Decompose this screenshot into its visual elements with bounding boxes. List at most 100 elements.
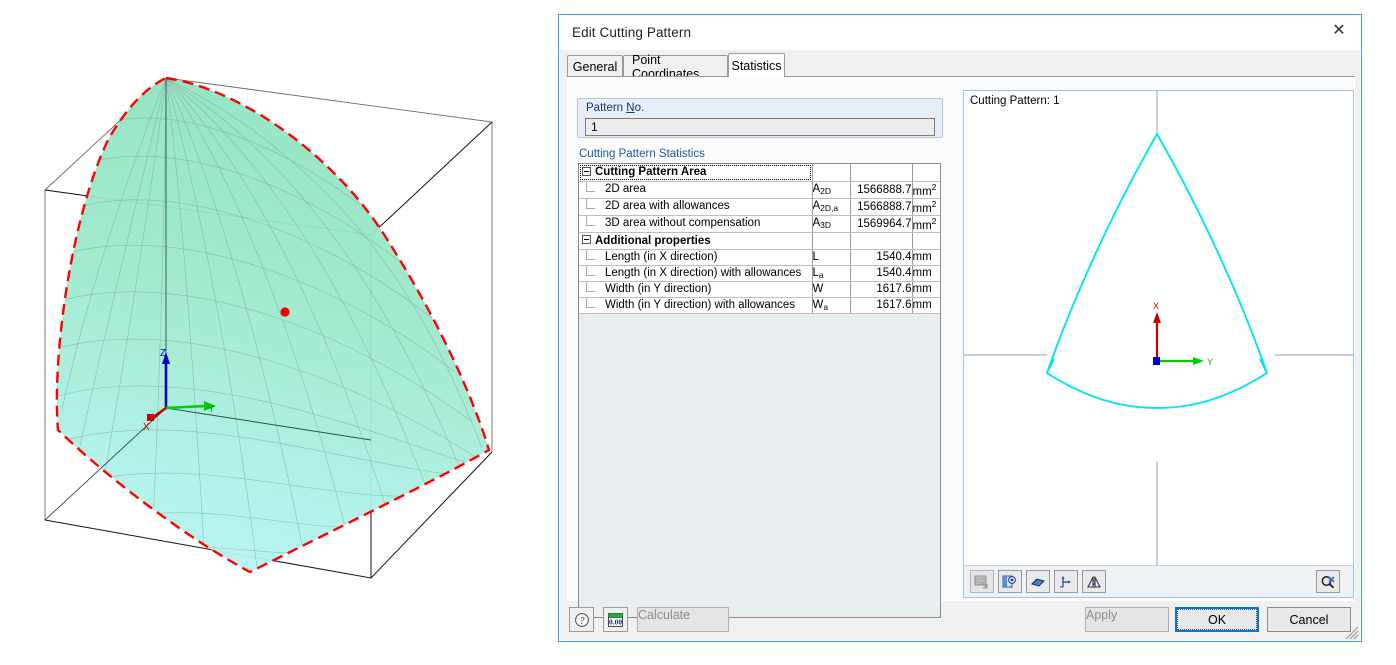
pattern-no-caption: Pattern No. (586, 102, 644, 114)
calculate-button[interactable]: Calculate (637, 607, 729, 632)
preview-label: Cutting Pattern: 1 (970, 95, 1060, 107)
table-row[interactable]: Length (in X direction) with allowances L… (579, 265, 940, 282)
dialog-title: Edit Cutting Pattern (572, 25, 692, 40)
close-icon[interactable]: ✕ (1317, 15, 1361, 46)
table-group-label: Cutting Pattern Area (579, 164, 813, 182)
pattern-no-caption-accel: N (626, 102, 635, 114)
row-value[interactable]: 1540.4 (850, 249, 913, 266)
zoom-all-icon[interactable] (1316, 570, 1340, 593)
row-description: Length (in X direction) with allowances (579, 265, 813, 282)
row-value[interactable]: 1566888.7 (850, 198, 913, 216)
row-description: 3D area without compensation (579, 215, 813, 233)
help-icon[interactable]: ? (569, 607, 594, 632)
row-value[interactable]: 1617.6 (850, 297, 913, 314)
svg-text:?: ? (579, 616, 584, 627)
axis-label-x: X (143, 422, 150, 433)
table-row[interactable]: Width (in Y direction) with allowances Wa… (579, 297, 940, 314)
row-symbol: La (812, 265, 851, 282)
render-mode-icon[interactable] (970, 570, 994, 593)
preview-svg: X Y (964, 91, 1353, 583)
view-settings-icon[interactable] (998, 570, 1022, 593)
preview-canvas[interactable]: X Y (964, 91, 1353, 583)
table-row[interactable]: 2D area A2D 1566888.7 mm2 (579, 181, 940, 199)
form-column: Pattern No. Cutting Pattern Statistics C… (577, 98, 945, 620)
row-unit: mm (912, 265, 940, 282)
tab-statistics[interactable]: Statistics (728, 53, 785, 77)
resize-grip[interactable] (1345, 626, 1359, 640)
row-unit: mm (912, 249, 940, 266)
table-group-row[interactable]: Cutting Pattern Area (579, 164, 940, 182)
row-symbol: L (812, 249, 851, 266)
row-symbol: A2D (812, 181, 851, 199)
apply-button[interactable]: Apply (1085, 607, 1169, 632)
membrane-surface (55, 76, 491, 574)
axes-icon[interactable] (1054, 570, 1078, 593)
row-unit: mm (912, 281, 940, 298)
preview-origin-marker (1153, 357, 1160, 365)
table-filler (579, 313, 940, 314)
table-row[interactable]: 3D area without compensation A3D 1569964.7… (579, 215, 940, 233)
collapse-toggle-icon[interactable] (582, 166, 591, 176)
model-3d-viewport[interactable]: Z Y X (0, 0, 545, 665)
row-description: Width (in Y direction) (579, 281, 813, 298)
row-description: Width (in Y direction) with allowances (579, 297, 813, 314)
ok-button[interactable]: OK (1175, 607, 1259, 632)
axis-label-y: Y (208, 404, 215, 415)
axis-triad-2d: X Y (1153, 301, 1213, 367)
mirror-icon[interactable] (1082, 570, 1106, 593)
row-symbol: Wa (812, 297, 851, 314)
cancel-button-label: Cancel (1289, 612, 1329, 627)
tabstrip: General Point Coordinates Statistics (567, 53, 1355, 81)
row-value[interactable]: 1566888.7 (850, 181, 913, 199)
pattern-no-group: Pattern No. (577, 98, 943, 138)
ok-button-label: OK (1177, 609, 1257, 630)
row-symbol: A2D,a (812, 198, 851, 216)
preview-axis-label-y: Y (1207, 357, 1213, 367)
preview-toolbar (964, 565, 1353, 597)
axis-label-z: Z (160, 348, 166, 359)
dialog-footer: ? 0.00 Calculate Apply OK Cancel (567, 607, 1355, 633)
node-marker (280, 307, 290, 317)
row-description: 2D area (579, 181, 813, 199)
row-description: Length (in X direction) (579, 249, 813, 266)
table-group-row[interactable]: Additional properties (579, 232, 940, 250)
tab-general-label: General (572, 59, 618, 74)
statistics-table[interactable]: Cutting Pattern Area 2D area A2D 1566888.7 m… (578, 163, 941, 618)
row-unit: mm (912, 297, 940, 314)
numeric-values-icon[interactable]: 0.00 (603, 607, 628, 632)
row-symbol: W (812, 281, 851, 298)
table-row[interactable]: Length (in X direction) L 1540.4 mm (579, 249, 940, 266)
tab-general[interactable]: General (567, 55, 623, 77)
stats-section-caption: Cutting Pattern Statistics (579, 148, 705, 160)
edit-cutting-pattern-dialog: Edit Cutting Pattern ✕ General Point Coo… (558, 14, 1362, 642)
pattern-no-caption-pre: Pattern (586, 102, 627, 114)
row-unit: mm2 (912, 215, 940, 233)
model-3d-svg: Z Y X (44, 76, 493, 579)
row-unit: mm2 (912, 198, 940, 216)
surface-icon[interactable] (1026, 570, 1050, 593)
dialog-titlebar[interactable]: Edit Cutting Pattern ✕ (559, 15, 1361, 51)
row-value[interactable]: 1540.4 (850, 265, 913, 282)
preview-construction-lines (964, 91, 1353, 583)
preview-axis-label-x: X (1153, 301, 1159, 311)
calculate-button-label: Calculate (638, 608, 691, 622)
cancel-button[interactable]: Cancel (1267, 607, 1351, 632)
pattern-no-input[interactable] (585, 118, 935, 136)
tab-statistics-label: Statistics (731, 58, 782, 73)
row-value[interactable]: 1569964.7 (850, 215, 913, 233)
cutting-pattern-outline (1045, 132, 1269, 409)
table-row[interactable]: Width (in Y direction) W 1617.6 mm (579, 281, 940, 298)
cutting-pattern-preview-panel: Cutting Pattern: 1 X Y (963, 90, 1354, 598)
pattern-no-caption-post: o. (634, 102, 645, 114)
active-tab-gap (729, 76, 784, 78)
tab-point-coordinates[interactable]: Point Coordinates (623, 53, 728, 81)
row-symbol: A3D (812, 215, 851, 233)
dialog-body: Pattern No. Cutting Pattern Statistics C… (567, 77, 1355, 618)
apply-button-label: Apply (1086, 608, 1118, 622)
tabstrip-underline (567, 76, 1355, 77)
table-group-label: Additional properties (579, 232, 813, 250)
collapse-toggle-icon[interactable] (582, 234, 591, 244)
table-row[interactable]: 2D area with allowances A2D,a 1566888.7 mm2 (579, 198, 940, 216)
row-description: 2D area with allowances (579, 198, 813, 216)
row-value[interactable]: 1617.6 (850, 281, 913, 298)
